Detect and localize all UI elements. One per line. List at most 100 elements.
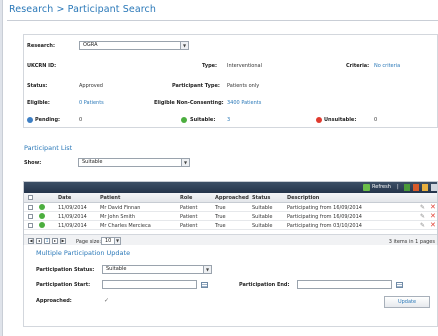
page: Research > Participant Search Research: … [2,0,438,336]
cell-patient: Mr Charles Mercieca [100,223,151,229]
suitable-status-icon [39,213,45,219]
col-approached[interactable]: Approached [215,195,249,201]
criteria-link[interactable]: No criteria [374,63,400,69]
grid-header: Date Patient Role Approached Status Desc… [24,193,437,203]
participation-start-label: Participation Start: [36,282,91,288]
cell-status: Suitable [252,214,273,220]
cell-role: Patient [180,205,198,211]
participation-end-label: Participation End: [239,282,290,288]
type-label: Type: [202,63,218,69]
research-summary-panel: Research: OGRA ▼ UKCRN ID: Type: Interve… [23,34,438,128]
approached-label: Approached: [36,298,72,304]
table-row[interactable]: 11/09/2014 Mr David Finnan Patient True … [24,203,437,212]
next-page-button[interactable]: ▸ [52,238,58,244]
cell-patient: Mr John Smith [100,214,135,220]
last-page-button[interactable]: ▶ [60,238,66,244]
export-pdf-icon[interactable] [413,184,419,191]
first-page-button[interactable]: ◀ [28,238,34,244]
col-role[interactable]: Role [180,195,192,201]
cell-description: Participating from 16/09/2014 [287,214,362,220]
chevron-down-icon: ▼ [180,42,188,49]
calendar-icon[interactable] [396,282,403,288]
cell-approached: True [215,214,226,220]
page-number-button[interactable]: 1 [44,238,50,244]
type-value: Interventional [227,63,262,69]
cell-date: 11/09/2014 [58,214,87,220]
prev-page-button[interactable]: ◂ [36,238,42,244]
suitable-label: Suitable: [190,117,216,123]
col-description[interactable]: Description [287,195,319,201]
edit-icon[interactable]: ✎ [420,204,425,211]
page-title: Research > Participant Search [9,4,156,15]
participation-end-input[interactable] [297,280,392,289]
chevron-down-icon: ▼ [203,266,211,273]
cell-role: Patient [180,223,198,229]
multiple-update-panel: Multiple Participation Update Participat… [23,245,438,327]
cell-date: 11/09/2014 [58,205,87,211]
eligible-label: Eligible: [27,100,50,106]
table-row[interactable]: 11/09/2014 Mr John Smith Patient True Su… [24,212,437,221]
col-status[interactable]: Status [252,195,270,201]
col-date[interactable]: Date [58,195,71,201]
delete-icon[interactable]: ✕ [430,221,436,229]
ukcrn-label: UKCRN ID: [27,63,57,69]
eligible-link[interactable]: 0 Patients [79,100,104,106]
show-label: Show: [24,160,42,166]
suitable-icon [181,117,187,123]
row-checkbox[interactable] [28,223,33,228]
participation-status-select[interactable]: Suitable ▼ [102,265,212,274]
page-size-select[interactable]: 10 ▼ [101,237,121,245]
table-row[interactable]: 11/09/2014 Mr Charles Mercieca Patient T… [24,221,437,230]
row-checkbox[interactable] [28,205,33,210]
delete-icon[interactable]: ✕ [430,203,436,211]
suitable-status-icon [39,204,45,210]
participation-status-label: Participation Status: [36,267,95,273]
pending-value: 0 [79,117,83,123]
participation-status-value: Suitable [106,266,127,272]
refresh-button[interactable]: Refresh [372,184,391,190]
multiple-update-title: Multiple Participation Update [36,249,131,257]
cell-description: Participating from 16/09/2014 [287,205,362,211]
toolbar-divider: | [397,184,399,190]
export-csv-icon[interactable] [422,184,428,191]
delete-icon[interactable]: ✕ [430,212,436,220]
pending-icon [27,117,33,123]
approached-checkbox[interactable]: ✓ [104,297,109,304]
cell-approached: True [215,223,226,229]
research-label: Research: [27,43,55,49]
col-patient[interactable]: Patient [100,195,120,201]
research-select[interactable]: OGRA ▼ [79,41,189,50]
eligible-non-consenting-label: Eligible Non-Consenting: [154,100,224,106]
select-all-checkbox[interactable] [28,195,33,200]
show-filter-value: Suitable [82,159,103,165]
unsuitable-icon [316,117,322,123]
title-divider [7,20,438,21]
participant-list-title: Participant List [24,144,73,152]
participant-type-value: Patients only [227,83,260,89]
show-filter-select[interactable]: Suitable ▼ [78,158,190,167]
print-icon[interactable] [431,184,437,191]
cell-role: Patient [180,214,198,220]
cell-patient: Mr David Finnan [100,205,141,211]
calendar-icon[interactable] [201,282,208,288]
research-select-value: OGRA [83,42,98,48]
grid-toolbar: Refresh | [24,182,437,193]
participant-type-label: Participant Type: [172,83,220,89]
edit-icon[interactable]: ✎ [420,222,425,229]
chevron-down-icon: ▼ [181,159,189,166]
export-excel-icon[interactable] [404,184,410,191]
edit-icon[interactable]: ✎ [420,213,425,220]
cell-status: Suitable [252,223,273,229]
cell-status: Suitable [252,205,273,211]
refresh-icon[interactable] [363,184,370,191]
status-value: Approved [79,83,103,89]
status-label: Status: [27,83,48,89]
cell-description: Participating from 03/10/2014 [287,223,362,229]
suitable-link[interactable]: 3 [227,117,230,123]
row-checkbox[interactable] [28,214,33,219]
eligible-non-consenting-link[interactable]: 3400 Patients [227,100,261,106]
participation-start-input[interactable] [102,280,197,289]
cell-date: 11/09/2014 [58,223,87,229]
update-button[interactable]: Update [384,296,430,308]
unsuitable-label: Unsuitable: [324,117,357,123]
